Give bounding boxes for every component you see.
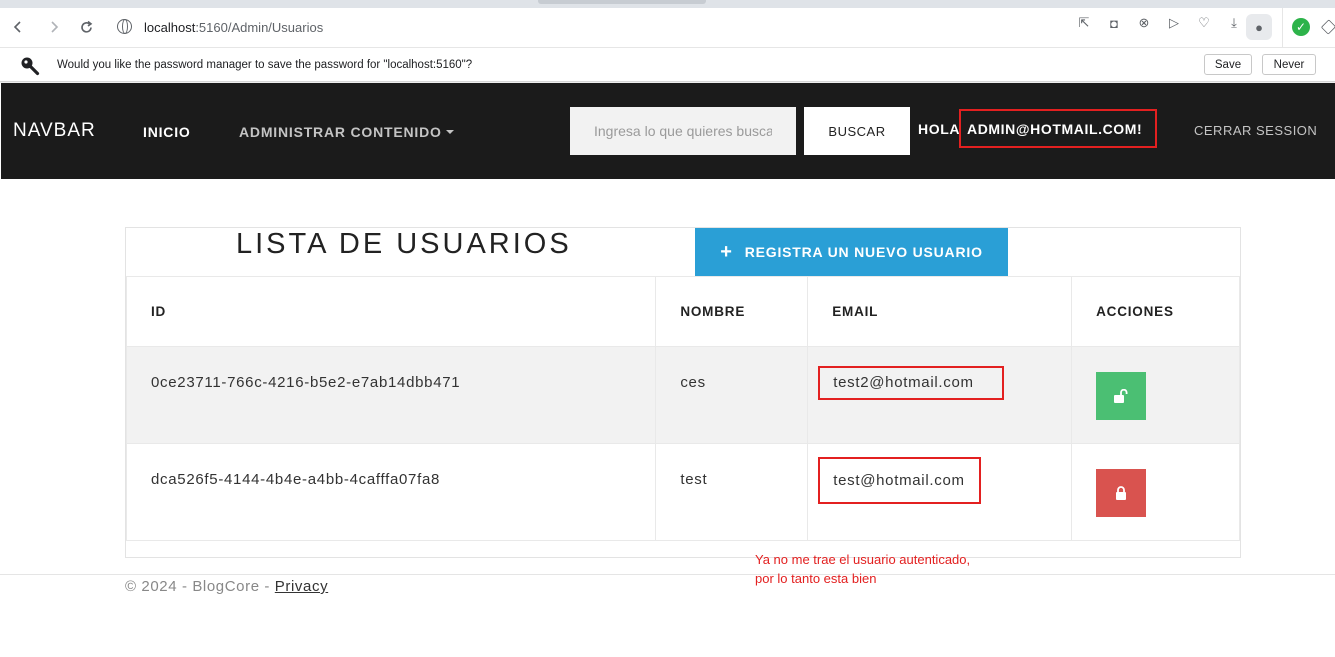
save-password-button[interactable]: Save — [1204, 54, 1252, 75]
active-tab[interactable] — [538, 0, 706, 4]
tab-strip — [0, 0, 1335, 8]
page-title: LISTA DE USUARIOS — [236, 228, 572, 260]
lock-user-button[interactable] — [1096, 469, 1147, 517]
user-email-cell: test@hotmail.com — [807, 443, 1073, 541]
add-user-button[interactable]: + REGISTRA UN NUEVO USUARIO — [695, 228, 1008, 276]
download-icon[interactable]: ⤓ — [1225, 14, 1243, 32]
users-table: ID NOMBRE EMAIL ACCIONES 0ce23711-766c-4… — [125, 276, 1240, 541]
check-icon[interactable]: ✓ — [1292, 18, 1310, 36]
nav-admin-label: ADMINISTRAR CONTENIDO — [239, 124, 442, 140]
user-actions-cell — [1071, 443, 1240, 541]
nav-administrar-contenido[interactable]: ADMINISTRAR CONTENIDO — [239, 124, 454, 140]
column-header-email: EMAIL — [807, 276, 1073, 347]
share-icon[interactable]: ⇱ — [1075, 14, 1093, 32]
column-header-id: ID — [125, 276, 657, 347]
annotation-line: por lo tanto esta bien — [755, 571, 877, 586]
table-header-row: ID NOMBRE EMAIL ACCIONES — [125, 276, 1240, 347]
unlock-icon — [1114, 389, 1128, 403]
cube-icon[interactable] — [1320, 19, 1335, 35]
camera-icon[interactable]: ◘ — [1105, 14, 1123, 32]
user-email-cell: test2@hotmail.com — [807, 346, 1073, 444]
never-button[interactable]: Never — [1262, 54, 1316, 75]
profile-icon[interactable]: ● — [1246, 14, 1272, 40]
nav-inicio[interactable]: INICIO — [143, 124, 191, 140]
user-nombre-cell: ces — [655, 346, 809, 444]
table-row: 0ce23711-766c-4216-b5e2-e7ab14dbb471 ces… — [125, 346, 1240, 444]
annotation-line: Ya no me trae el usuario autenticado, — [755, 552, 971, 567]
browser-toolbar: localhost:5160/Admin/Usuarios ⇱ ◘ ⊗ ▷ ♡ … — [0, 0, 1335, 48]
user-email: test2@hotmail.com — [818, 366, 1004, 400]
annotation-note: Ya no me trae el usuario autenticado, po… — [755, 550, 970, 588]
forward-icon[interactable] — [43, 16, 65, 38]
toolbar-divider — [1282, 8, 1283, 48]
reload-icon[interactable] — [75, 16, 97, 38]
shield-icon[interactable]: ⊗ — [1135, 14, 1153, 32]
table-row: dca526f5-4144-4b4e-a4bb-4cafffa07fa8 tes… — [125, 443, 1240, 541]
privacy-link[interactable]: Privacy — [275, 578, 328, 595]
footer-divider — [0, 574, 1335, 575]
brand-logo[interactable]: NAVBAR — [13, 120, 96, 142]
greeting-label: HOLA — [918, 121, 961, 137]
key-icon — [21, 57, 40, 76]
unlock-user-button[interactable] — [1096, 372, 1147, 420]
site-navbar: NAVBAR INICIO ADMINISTRAR CONTENIDO BUSC… — [1, 83, 1335, 179]
password-prompt-text: Would you like the password manager to s… — [57, 59, 473, 71]
caret-down-icon — [445, 130, 454, 134]
add-user-label: REGISTRA UN NUEVO USUARIO — [744, 244, 983, 260]
user-id-cell: dca526f5-4144-4b4e-a4bb-4cafffa07fa8 — [125, 443, 657, 541]
user-actions-cell — [1071, 346, 1240, 444]
logout-link[interactable]: CERRAR SESSION — [1194, 123, 1317, 138]
extension-icons: ⇱ ◘ ⊗ ▷ ♡ ⤓ ☰ — [1075, 14, 1273, 32]
password-manager-bar: Would you like the password manager to s… — [0, 48, 1335, 82]
user-email: test@hotmail.com — [818, 457, 981, 504]
column-header-acciones: ACCIONES — [1071, 276, 1240, 347]
search-input[interactable] — [570, 107, 796, 155]
globe-icon — [117, 19, 132, 34]
lock-icon — [1116, 486, 1127, 500]
copyright-text: © 2024 - BlogCore - — [125, 578, 275, 595]
plus-icon: + — [720, 241, 733, 263]
back-icon[interactable] — [7, 16, 29, 38]
column-header-nombre: NOMBRE — [655, 276, 809, 347]
url-text: localhost:5160/Admin/Usuarios — [144, 19, 324, 35]
play-icon[interactable]: ▷ — [1165, 14, 1183, 32]
footer: © 2024 - BlogCore - Privacy — [125, 578, 328, 595]
user-nombre-cell: test — [655, 443, 809, 541]
current-user-label: ADMIN@HOTMAIL.COM! — [959, 109, 1157, 148]
heart-icon[interactable]: ♡ — [1195, 14, 1213, 32]
user-id-cell: 0ce23711-766c-4216-b5e2-e7ab14dbb471 — [125, 346, 657, 444]
search-button[interactable]: BUSCAR — [804, 107, 910, 155]
